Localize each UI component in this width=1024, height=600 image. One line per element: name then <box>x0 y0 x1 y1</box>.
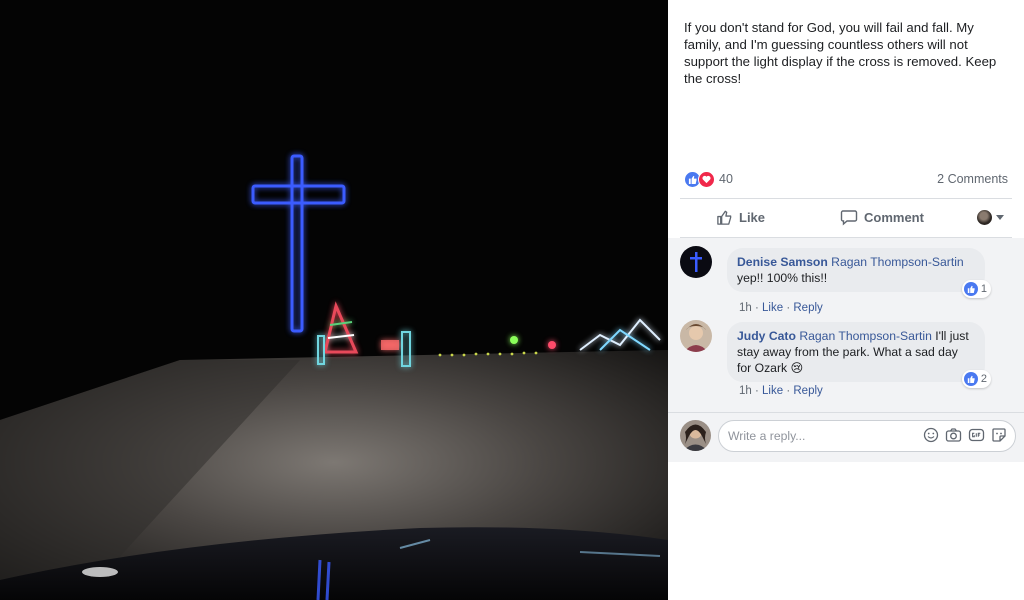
like-button[interactable]: Like <box>716 209 765 226</box>
divider <box>680 198 1012 199</box>
comment-bubble: Denise Samson Ragan Thompson-Sartin yep!… <box>727 248 991 298</box>
commenter-avatar[interactable] <box>680 320 712 352</box>
chevron-down-icon <box>996 214 1004 220</box>
thumbs-up-icon <box>963 372 978 386</box>
thumbs-up-icon <box>963 282 978 296</box>
comment-time[interactable]: 1h <box>739 302 752 314</box>
reply-composer: Write a reply... <box>680 418 1016 454</box>
reply-placeholder: Write a reply... <box>728 429 806 443</box>
action-bar: Like Comment <box>680 203 1012 231</box>
divider <box>668 412 1024 413</box>
comment-time[interactable]: 1h <box>739 385 752 397</box>
reaction-summary[interactable]: 40 <box>684 170 733 188</box>
tagged-user[interactable]: Ragan Thompson-Sartin <box>799 329 932 343</box>
comments-count-link[interactable]: 2 Comments <box>937 172 1008 186</box>
smiley-icon[interactable] <box>923 427 939 443</box>
reply-tools <box>923 427 1007 443</box>
comment-reply-link[interactable]: Reply <box>793 302 822 314</box>
comment-like-count: 2 <box>980 373 987 385</box>
commenter-avatar[interactable] <box>680 246 712 278</box>
gif-icon[interactable] <box>968 427 985 443</box>
profile-selector[interactable] <box>977 209 1004 225</box>
comment-author[interactable]: Denise Samson <box>737 255 828 269</box>
comment-like-badge[interactable]: 2 <box>961 370 991 388</box>
tagged-user[interactable]: Ragan Thompson-Sartin <box>831 255 964 269</box>
heart-icon <box>698 170 715 188</box>
like-label: Like <box>739 209 766 225</box>
comment-bubble: Judy Cato Ragan Thompson-Sartin I'll jus… <box>727 322 991 388</box>
comment-meta: 1h · Like · Reply <box>739 302 823 314</box>
comment-label: Comment <box>864 209 924 225</box>
avatar <box>977 209 992 225</box>
comment-like-count: 1 <box>980 283 987 295</box>
speech-bubble-icon <box>840 209 858 226</box>
reply-input[interactable]: Write a reply... <box>718 420 1016 452</box>
reaction-count: 40 <box>719 172 733 186</box>
comment-like-link[interactable]: Like <box>762 385 783 397</box>
comment-item: Judy Cato Ragan Thompson-Sartin I'll jus… <box>680 320 1012 404</box>
comment-like-badge[interactable]: 1 <box>961 280 991 298</box>
post-panel: If you don't stand for God, you will fai… <box>668 0 1024 600</box>
comment-reply-link[interactable]: Reply <box>793 385 822 397</box>
comment-button[interactable]: Comment <box>840 209 924 226</box>
camera-icon[interactable] <box>945 427 962 443</box>
thumbs-up-outline-icon <box>717 210 732 225</box>
comment-text: yep!! 100% this!! <box>737 271 828 285</box>
post-text: If you don't stand for God, you will fai… <box>684 20 997 86</box>
post-photo[interactable] <box>0 0 668 600</box>
night-cross-photo <box>0 0 668 600</box>
comment-author[interactable]: Judy Cato <box>737 329 796 343</box>
comment-meta: 1h · Like · Reply <box>739 385 823 397</box>
avatar <box>680 420 711 451</box>
sticker-icon[interactable] <box>991 427 1007 443</box>
comment-item: Denise Samson Ragan Thompson-Sartin yep!… <box>680 246 1012 320</box>
comment-like-link[interactable]: Like <box>762 302 783 314</box>
